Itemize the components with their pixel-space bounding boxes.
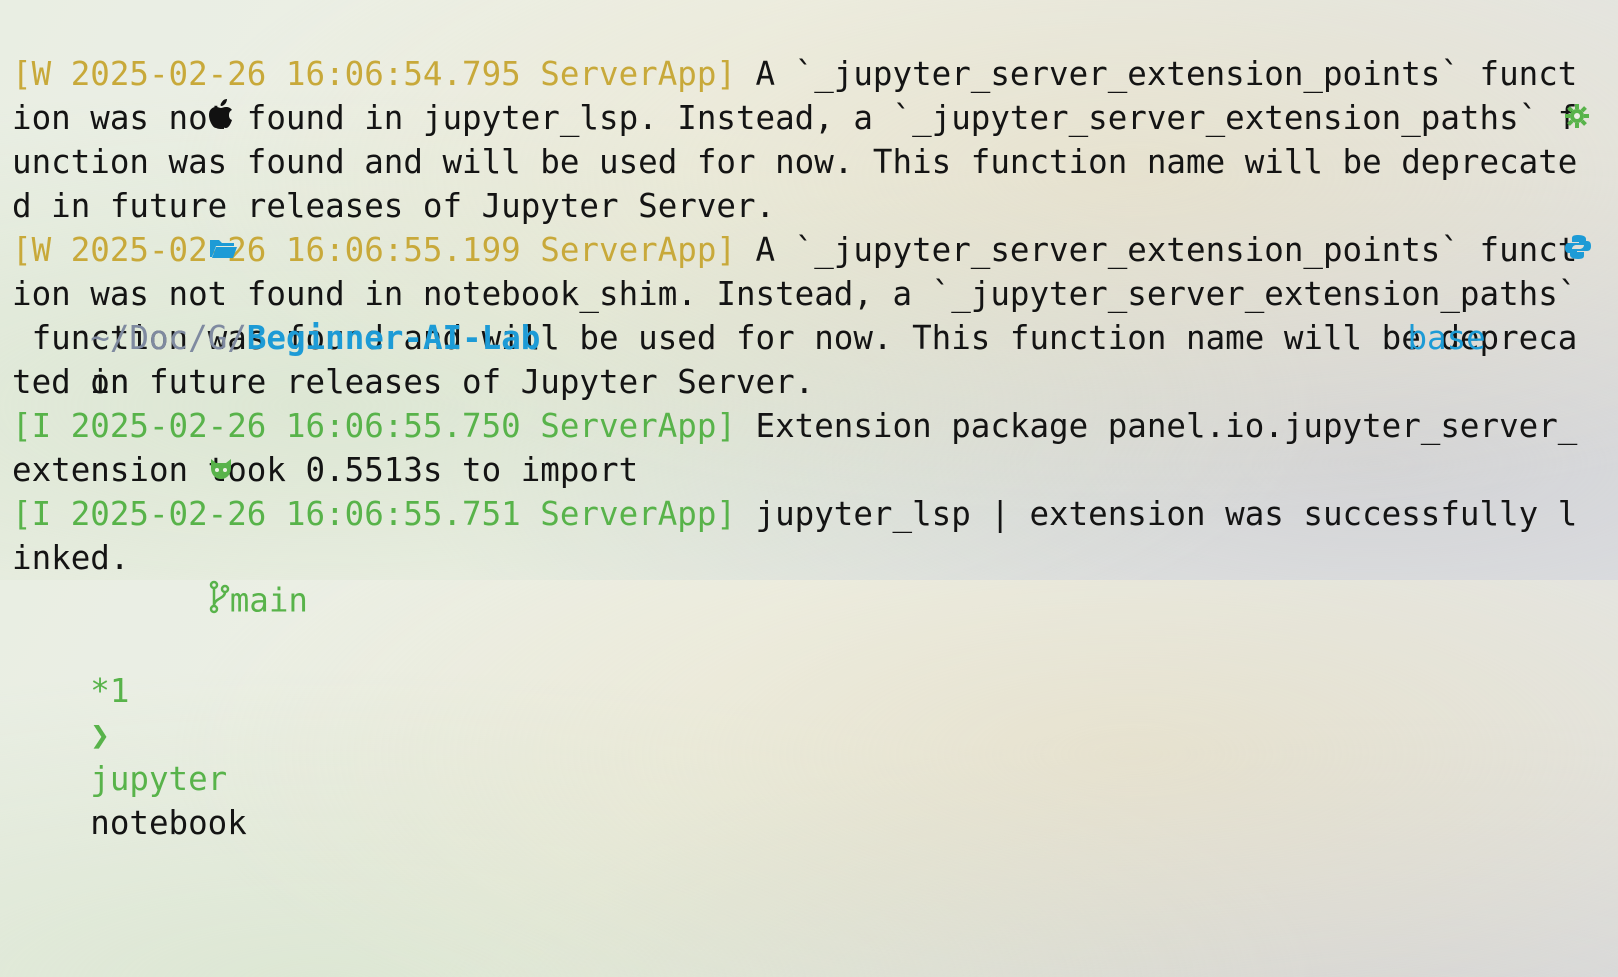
path-sep-1: / — [188, 319, 208, 357]
shell-prompt: ~/Doc/G/Beginner-AI-Lab on main *1 ❯ jup… — [12, 8, 1618, 842]
git-branch-name: main — [229, 581, 308, 620]
log-line: [I 2025-02-26 16:06:55.750 ServerApp] Ex… — [12, 404, 1618, 448]
path-g: G — [207, 319, 228, 357]
prompt-arrow: ❯ — [90, 716, 110, 754]
log-text: jupyter_lsp | extension was successfully… — [735, 495, 1578, 533]
log-text: Extension package panel.io.jupyter_serve… — [735, 407, 1578, 445]
gear-icon — [1407, 52, 1590, 184]
python-icon — [1407, 184, 1592, 316]
github-icon — [90, 404, 233, 536]
path-current-dir: Beginner-AI-Lab — [246, 319, 541, 357]
git-branch-icon — [90, 536, 229, 669]
on-label: on — [90, 363, 130, 401]
path-sep-2: / — [227, 319, 247, 357]
log-line: extension took 0.5513s to import — [12, 448, 1618, 492]
folder-icon — [90, 184, 237, 316]
conda-env-name: base — [1407, 319, 1486, 357]
path-doc: Doc — [129, 319, 189, 357]
command-argument[interactable]: notebook — [90, 804, 247, 842]
apple-icon — [90, 52, 233, 184]
prompt-right-segment: base — [1290, 8, 1592, 404]
terminal-window[interactable]: ~/Doc/G/Beginner-AI-Lab on main *1 ❯ jup… — [0, 0, 1618, 842]
git-dirty-count: *1 — [90, 672, 130, 710]
path-home: ~/ — [90, 319, 130, 357]
command-program[interactable]: jupyter — [90, 760, 227, 798]
log-text: ted in future releases of Jupyter Server… — [12, 363, 815, 401]
log-line: [I 2025-02-26 16:06:55.751 ServerApp] ju… — [12, 492, 1618, 536]
